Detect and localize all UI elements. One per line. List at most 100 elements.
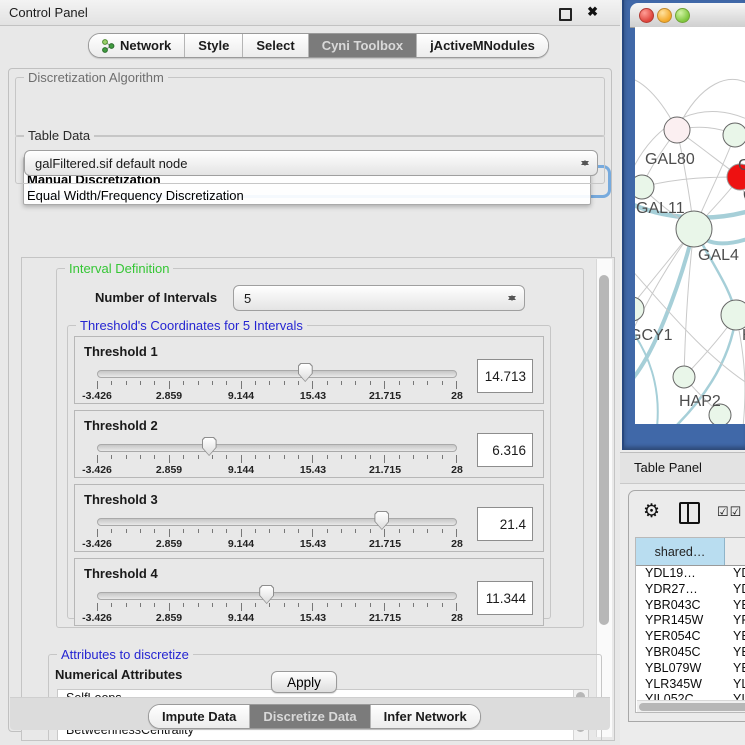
tick-mark [312,455,313,463]
table-row[interactable]: YPR145WYPR1 [636,613,745,629]
tick-mark [111,381,112,385]
checkbox-icon[interactable]: ☑☑ [717,504,742,520]
float-window-icon[interactable] [559,8,572,21]
column-header-name[interactable]: na [725,538,745,565]
tab-cyni-toolbox[interactable]: Cyni Toolbox [309,34,417,57]
threshold-slider[interactable]: -3.4262.8599.14415.4321.71528 [97,365,457,401]
tick-mark [226,529,227,533]
table-data-combobox[interactable]: galFiltered.sif default node [24,150,598,176]
threshold-value-field[interactable]: 21.4 [477,507,533,541]
bottom-tab-discretize-data[interactable]: Discretize Data [250,705,370,728]
table-panel-header: Table Panel [620,452,745,484]
tick-mark [341,529,342,533]
tick-mark [298,529,299,533]
table-row[interactable]: YLR345WYLR3 [636,677,745,693]
cell-shared-name: YBR043C [636,598,724,614]
gear-icon[interactable]: ⚙ [643,500,660,523]
slider-handle[interactable] [374,511,389,530]
tick-mark [370,603,371,607]
tick-mark [413,529,414,533]
tick-mark [226,455,227,459]
table-header-row: shared… na [636,538,745,566]
slider-track[interactable] [97,370,457,378]
table-row[interactable]: YBR045CYBR0 [636,645,745,661]
network-edge[interactable] [642,177,740,187]
network-node-gal11[interactable] [635,175,654,199]
network-node-gal80[interactable] [664,117,690,143]
close-icon[interactable]: ✖ [587,4,598,20]
cell-shared-name: YDL19… [636,566,724,582]
tick-mark [413,381,414,385]
zoom-traffic-light-icon[interactable] [675,8,690,23]
cell-shared-name: YLR345W [636,677,724,693]
threshold-slider[interactable]: -3.4262.8599.14415.4321.71528 [97,439,457,475]
tick-mark [312,381,313,389]
threshold-value-field[interactable]: 11.344 [477,581,533,615]
threshold-value-field[interactable]: 6.316 [477,433,533,467]
tick-mark [442,529,443,533]
tab-select[interactable]: Select [243,34,308,57]
tab-network[interactable]: Network [89,34,185,57]
number-of-intervals-combobox[interactable]: 5 [233,285,525,311]
tick-mark [456,603,457,611]
tick-mark [241,603,242,611]
scale-label: 15.43 [300,464,326,476]
bottom-tab-infer-network[interactable]: Infer Network [371,705,480,728]
node-label-gal80: GAL80 [645,151,695,168]
bottom-tab-impute-data[interactable]: Impute Data [149,705,250,728]
slider-track[interactable] [97,444,457,452]
tick-mark [327,603,328,607]
table-row[interactable]: YDL19…YDL1 [636,566,745,582]
algorithm-option-equal-width[interactable]: Equal Width/Frequency Discretization [27,188,244,203]
tab-style[interactable]: Style [185,34,243,57]
tick-mark [169,529,170,537]
tab-jactivemnodules[interactable]: jActiveMNodules [417,34,548,57]
table-row[interactable]: YBL079WYBL0 [636,661,745,677]
threshold-slider[interactable]: -3.4262.8599.14415.4321.71528 [97,587,457,623]
tick-mark [269,529,270,533]
apply-button[interactable]: Apply [271,671,337,693]
minimize-traffic-light-icon[interactable] [657,8,672,23]
network-node-top-right[interactable] [723,123,745,147]
network-node-hap2[interactable] [673,366,695,388]
cell-name: YBR0 [724,598,745,614]
network-window-titlebar [630,3,745,28]
table-row[interactable]: YBR043CYBR0 [636,598,745,614]
close-traffic-light-icon[interactable] [639,8,654,23]
screenshot-root: Control Panel ✖ NetworkStyleSelectCyni T… [0,0,745,745]
table-data-group: Table Data galFiltered.sif default node [15,135,605,184]
network-canvas[interactable]: GAL80GACGAL11GAL4GCY1HHAP2 [635,27,745,424]
threshold-slider[interactable]: -3.4262.8599.14415.4321.71528 [97,513,457,549]
tick-mark [384,381,385,389]
split-panel-icon[interactable] [679,502,700,524]
horizontal-scrollbar[interactable] [637,700,745,712]
slider-track[interactable] [97,592,457,600]
tick-mark [140,529,141,533]
network-node-h-node[interactable] [721,300,745,330]
horizontal-scrollbar-thumb[interactable] [639,703,745,711]
column-header-shared-name[interactable]: shared… [636,538,725,565]
tick-mark [140,455,141,459]
control-panel-titlebar: Control Panel ✖ [0,0,620,26]
tick-mark [169,603,170,611]
interval-definition-label: Interval Definition [65,261,173,276]
tick-mark [284,455,285,459]
slider-track[interactable] [97,518,457,526]
threshold-label: Threshold 2 [84,418,158,433]
network-node-gcy1[interactable] [635,297,644,321]
slider-handle[interactable] [202,437,217,456]
slider-handle[interactable] [259,585,274,604]
table-row[interactable]: YER054CYER0 [636,629,745,645]
tick-mark [456,529,457,537]
tick-mark [97,381,98,389]
tick-mark [183,455,184,459]
tick-mark [255,529,256,533]
threshold-box-2: Threshold 2 -3.4262.8599.14415.4321.71528… [74,410,544,478]
tick-mark [341,381,342,385]
slider-handle[interactable] [298,363,313,382]
threshold-value-field[interactable]: 14.713 [477,359,533,393]
vertical-scrollbar-thumb[interactable] [599,275,609,625]
table-row[interactable]: YDR27…YDR2 [636,582,745,598]
cell-name: YER0 [724,629,745,645]
tick-mark [154,603,155,607]
